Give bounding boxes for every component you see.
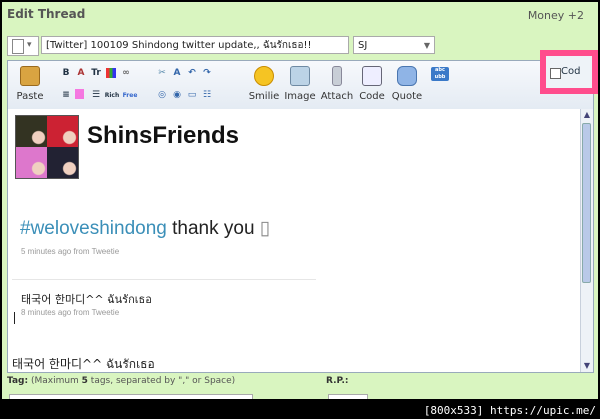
post-icon-select[interactable]: ▾ <box>7 36 39 56</box>
rich-icon[interactable]: Rich <box>104 90 120 102</box>
divider <box>12 279 316 280</box>
smilie-button[interactable]: Smilie <box>247 66 281 102</box>
text-caret <box>14 312 15 324</box>
justify-icon[interactable]: ☷ <box>201 89 213 101</box>
tag-help: Tag: (Maximum 5 tags, separated by "," o… <box>7 376 236 386</box>
code-icon <box>362 66 382 86</box>
profile-name: ShinsFriends <box>87 122 240 149</box>
tweet-3: 태국어 한마디^^ ฉันรักเธอ <box>12 357 155 371</box>
subject-input[interactable]: [Twitter] 100109 Shindong twitter update… <box>41 36 349 54</box>
page-icon[interactable]: ▭ <box>186 89 198 101</box>
chevron-down-icon: ▼ <box>423 41 430 50</box>
chevron-down-icon: ▾ <box>27 40 32 50</box>
clipboard-icon <box>20 66 40 86</box>
editor-scrollbar[interactable]: ▲ ▼ <box>580 109 593 372</box>
bold-icon[interactable]: B <box>60 67 72 79</box>
missing-glyph: ▯ <box>259 218 271 239</box>
scroll-thumb[interactable] <box>582 123 591 283</box>
rp-input[interactable] <box>328 394 368 399</box>
quote-button[interactable]: Quote <box>390 66 424 102</box>
editor-content[interactable]: ShinsFriends #weloveshindong thank you ▯… <box>8 109 581 372</box>
font-icon[interactable]: A <box>75 67 87 79</box>
rp-label: R.P.: <box>326 376 349 386</box>
tweet-2-source: from Tweetie <box>71 308 120 317</box>
remove-format-icon[interactable]: ✂ <box>156 67 168 79</box>
code-button[interactable]: Code <box>357 66 387 102</box>
money-status: Money +2 <box>527 9 584 22</box>
prefix-value: SJ <box>358 40 368 51</box>
tweet-1-source: from Tweetie <box>71 247 120 256</box>
tag-label: Tag: <box>7 376 29 386</box>
hashtag-link[interactable]: #weloveshindong <box>20 218 167 239</box>
tweet-2: 태국어 한마디^^ ฉันรักเธอ <box>21 293 152 306</box>
tweet-1-time: 5 minutes ago <box>21 247 72 256</box>
code-checkbox[interactable] <box>550 68 561 79</box>
globe-icon[interactable]: ◎ <box>156 89 168 101</box>
tag-input[interactable] <box>9 394 253 399</box>
message-editor: Paste B A Tr ∞ ≡ ☰ Rich Free ✂ A ↶ ↷ ◎ ◉… <box>7 60 594 373</box>
attach-button[interactable]: Attach <box>319 66 355 102</box>
tweet-2-time: 8 minutes ago <box>21 308 72 317</box>
code-checkbox-label: Cod <box>561 66 581 77</box>
scroll-down-icon[interactable]: ▼ <box>582 361 592 371</box>
color-icon[interactable] <box>106 68 116 78</box>
undo-icon[interactable]: ↶ <box>186 67 198 79</box>
smiley-icon <box>254 66 274 86</box>
ubbcode-icon[interactable]: abc ubb <box>431 67 449 81</box>
tweet-1-meta: 5 minutes ago from Tweetie <box>21 247 119 256</box>
editor-toolbar: Paste B A Tr ∞ ≡ ☰ Rich Free ✂ A ↶ ↷ ◎ ◉… <box>8 61 593 110</box>
edit-thread-panel: Edit Thread Money +2 ▾ [Twitter] 100109 … <box>2 2 598 399</box>
image-button[interactable]: Image <box>283 66 317 102</box>
image-icon <box>290 66 310 86</box>
globe-link-icon[interactable]: ◉ <box>171 89 183 101</box>
link-icon[interactable]: ∞ <box>120 67 132 79</box>
scroll-up-icon[interactable]: ▲ <box>582 110 592 120</box>
list-icon[interactable]: ☰ <box>90 89 102 101</box>
profile-avatar <box>15 115 85 184</box>
redo-icon[interactable]: ↷ <box>201 67 213 79</box>
tweet-2-meta: 8 minutes ago from Tweetie <box>21 308 119 317</box>
tweet-1: #weloveshindong thank you ▯ <box>20 217 270 240</box>
code-toggle-highlight: Cod <box>540 50 598 94</box>
watermark: [800x533] https://upic.me/ <box>423 404 596 417</box>
paste-button[interactable]: Paste <box>14 66 46 102</box>
document-icon <box>12 39 24 54</box>
prefix-select[interactable]: SJ ▼ <box>353 36 435 54</box>
page-title: Edit Thread <box>7 7 86 21</box>
paperclip-icon <box>332 66 342 86</box>
table-icon[interactable] <box>75 89 84 99</box>
speech-bubble-icon <box>397 66 417 86</box>
tweet-1-text: thank you <box>166 218 260 239</box>
align-icon[interactable]: ≡ <box>60 89 72 101</box>
free-icon[interactable]: Free <box>122 90 138 102</box>
spellcheck-icon[interactable]: A <box>171 67 183 79</box>
font-size-icon[interactable]: Tr <box>90 67 102 79</box>
